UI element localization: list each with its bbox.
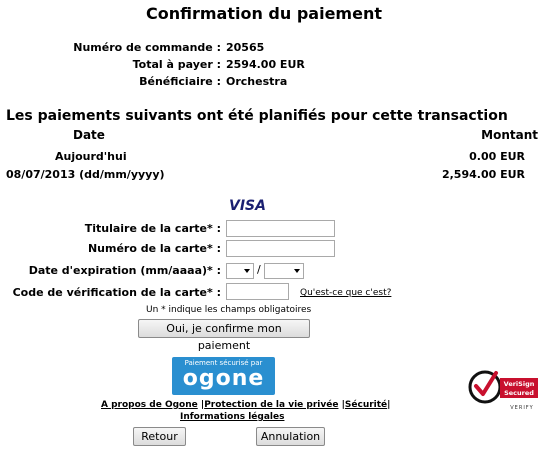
ogone-secure-badge[interactable]: Paiement sécurisé par ogone: [172, 357, 275, 395]
cvc-label: Code de vérification de la carte* :: [12, 286, 221, 299]
beneficiary-value: Orchestra: [226, 75, 288, 88]
expiry-month-select[interactable]: [226, 263, 254, 279]
schedule-title: Les paiements suivants ont été planifiés…: [6, 108, 508, 124]
visa-logo: VISA: [229, 198, 266, 214]
chevron-down-icon: [244, 269, 250, 273]
expiry-separator: /: [257, 263, 261, 276]
verisign-line-3: VERIFY: [510, 405, 533, 411]
cvc-input[interactable]: [226, 283, 289, 300]
schedule-row-2-amount: 2,594.00 EUR: [441, 168, 525, 181]
schedule-row-1-date: Aujourd'hui: [55, 150, 127, 163]
about-ogone-link[interactable]: A propos de Ogone: [101, 400, 198, 410]
order-number-label: Numéro de commande :: [73, 41, 221, 54]
schedule-row-2-date: 08/07/2013 (dd/mm/yyyy): [6, 168, 165, 181]
verisign-secured-seal[interactable]: VeriSign Secured VERIFY: [466, 367, 542, 413]
beneficiary-row: Bénéficiaire : Orchestra: [0, 75, 547, 89]
order-number-row: Numéro de commande : 20565: [0, 41, 547, 55]
card-number-label: Numéro de la carte* :: [87, 242, 221, 255]
total-label: Total à payer :: [132, 58, 221, 71]
back-button[interactable]: Retour: [133, 427, 186, 446]
card-holder-label: Titulaire de la carte* :: [84, 222, 221, 235]
footer-links: A propos de Ogone |Protection de la vie …: [101, 400, 391, 410]
date-column-header: Date: [73, 128, 105, 142]
card-number-input[interactable]: [226, 240, 335, 257]
expiry-label: Date d'expiration (mm/aaaa)* :: [28, 264, 221, 277]
verisign-line-1: VeriSign: [504, 380, 535, 388]
required-note: Un * indique les champs obligatoires: [146, 305, 312, 315]
ogone-logo-text: ogone: [182, 366, 265, 391]
beneficiary-label: Bénéficiaire :: [139, 75, 221, 88]
checkmark-icon: [474, 371, 498, 396]
total-value: 2594.00 EUR: [226, 58, 305, 71]
confirm-payment-button[interactable]: Oui, je confirme mon paiement: [138, 319, 310, 352]
expiry-year-select[interactable]: [264, 263, 304, 279]
card-holder-input[interactable]: [226, 220, 335, 237]
security-link[interactable]: Sécurité: [345, 400, 387, 410]
page-title: Confirmation du paiement: [146, 4, 382, 23]
chevron-down-icon: [294, 269, 300, 273]
order-number-value: 20565: [226, 41, 265, 54]
payment-confirmation-page: Confirmation du paiement Numéro de comma…: [0, 0, 547, 449]
amount-column-header: Montant: [481, 128, 538, 142]
cvc-help-link[interactable]: Qu'est-ce que c'est?: [300, 288, 391, 298]
total-row: Total à payer : 2594.00 EUR: [0, 58, 547, 72]
legal-info-link[interactable]: Informations légales: [180, 412, 284, 422]
privacy-link[interactable]: Protection de la vie privée: [204, 400, 338, 410]
cancel-button[interactable]: Annulation: [256, 427, 325, 446]
schedule-row-1-amount: 0.00 EUR: [469, 150, 525, 163]
verisign-line-2: Secured: [504, 389, 534, 397]
